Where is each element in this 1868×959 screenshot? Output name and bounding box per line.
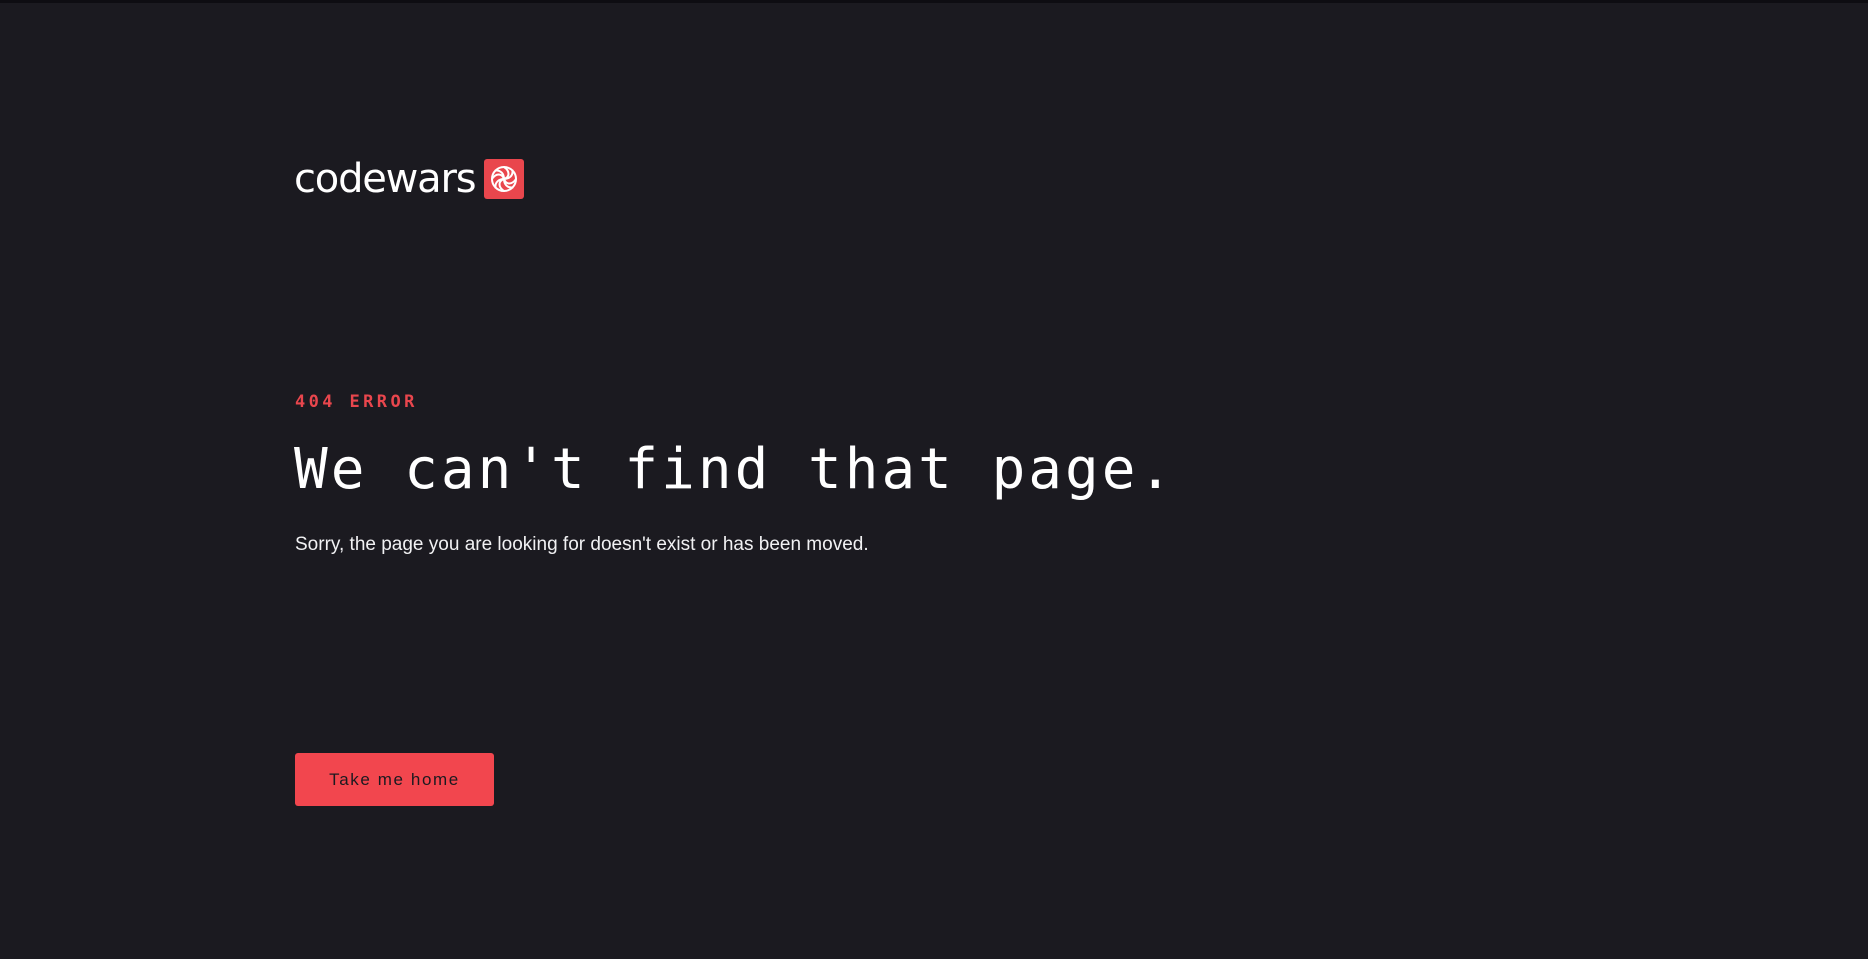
page-title: We can't find that page. [294,437,1176,502]
logo-wordmark: codewars [294,156,477,202]
top-border [0,0,1868,3]
take-me-home-button[interactable]: Take me home [295,753,494,806]
error-code-label: 404 ERROR [295,392,418,412]
codewars-swirl-icon [484,159,525,199]
codewars-logo[interactable]: codewars [294,156,525,202]
error-message: Sorry, the page you are looking for does… [295,534,869,555]
